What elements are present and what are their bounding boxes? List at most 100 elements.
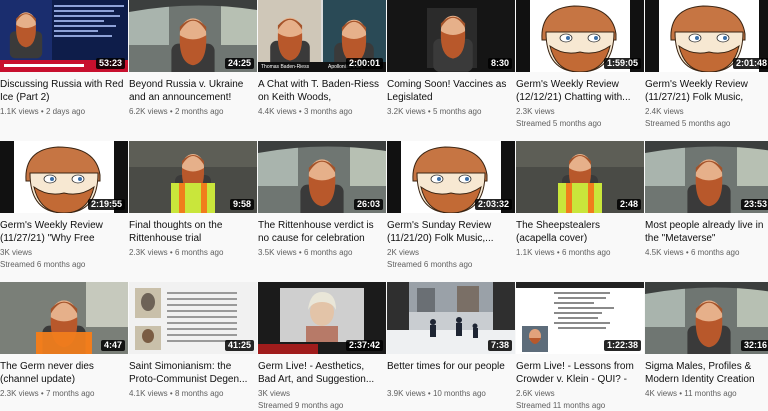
video-title[interactable]: Saint Simonianism: the Proto-Communist D… [129,360,257,386]
video-duration-badge: 8:30 [487,58,512,69]
video-card[interactable]: 1:59:05 Germ's Weekly Review (12/12/21) C… [516,0,644,129]
view-count: 2K views [387,248,420,257]
video-meta: 6.2K views • 2 months ago [129,107,257,117]
video-duration-badge: 2:01:48 [732,58,768,69]
stream-status: Streamed 11 months ago [516,401,606,410]
video-duration-badge: 2:48 [616,199,641,210]
video-thumbnail[interactable]: 41:25 [129,282,257,354]
video-card[interactable]: 8:30 Coming Soon! Vaccines as Legislated … [387,0,515,117]
video-duration-badge: 1:59:05 [603,58,641,69]
meta-separator: • [554,248,562,257]
video-thumbnail[interactable]: Thomas Baden-RiessApollonian Intel2:00:0… [258,0,386,72]
video-title[interactable]: Germ Live! - Aesthetics, Bad Art, and Su… [258,360,386,386]
video-title[interactable]: Germ's Weekly Review (12/12/21) Chatting… [516,78,644,104]
video-title[interactable]: Germ Live! - Lessons from Crowder v. Kle… [516,360,644,386]
video-title[interactable]: Germ's Weekly Review (11/27/21) "Why Fre… [0,219,128,245]
video-card[interactable]: 2:19:55 Germ's Weekly Review (11/27/21) "… [0,141,128,270]
view-count: 3.9K views [387,389,426,398]
video-card[interactable]: Thomas Baden-RiessApollonian Intel2:00:0… [258,0,386,117]
upload-age: 11 months ago [684,389,737,398]
video-meta: 4.5K views • 6 months ago [645,248,768,258]
video-thumbnail[interactable]: 9:58 [129,141,257,213]
view-count: 4.1K views [129,389,168,398]
view-count: 2.3K views [516,107,555,116]
video-duration-badge: 2:37:42 [345,340,383,351]
video-duration-badge: 2:00:01 [345,58,383,69]
video-card[interactable]: 7:38 Better times for our people 3.9K view… [387,282,515,399]
video-title[interactable]: Germ's Weekly Review (11/27/21) Folk Mus… [645,78,768,104]
video-thumbnail[interactable]: 8:30 [387,0,515,72]
video-thumbnail[interactable]: 32:16 [645,282,768,354]
video-title[interactable]: Most people already live in the "Metaver… [645,219,768,245]
meta-separator: • [167,248,175,257]
meta-separator: • [683,248,691,257]
video-duration-badge: 7:38 [487,340,512,351]
upload-age: 5 months ago [432,107,482,116]
video-title[interactable]: Better times for our people [387,360,515,386]
video-card[interactable]: 32:16 Sigma Males, Profiles & Modern Iden… [645,282,768,399]
video-card[interactable]: 2:01:48 Germ's Weekly Review (11/27/21) F… [645,0,768,129]
stream-status: Streamed 6 months ago [387,260,473,269]
video-thumbnail[interactable]: 2:03:32 [387,141,515,213]
stream-status: Streamed 5 months ago [645,119,731,128]
video-duration-badge: 26:03 [353,199,383,210]
video-title[interactable]: A Chat with T. Baden-Riess on Keith Wood… [258,78,386,104]
video-card[interactable]: 1:22:38 Germ Live! - Lessons from Crowder… [516,282,644,411]
video-card[interactable]: 2:03:32 Germ's Sunday Review (11/21/20) F… [387,141,515,270]
video-thumbnail[interactable]: 2:48 [516,141,644,213]
video-thumbnail[interactable]: 23:53 [645,141,768,213]
video-title[interactable]: The Germ never dies (channel update) [0,360,128,386]
video-title[interactable]: The Rittenhouse verdict is no cause for … [258,219,386,245]
video-duration-badge: 2:03:32 [474,199,512,210]
video-thumbnail[interactable]: 26:03 [258,141,386,213]
video-title[interactable]: The Sheepstealers (acapella cover) [516,219,644,245]
video-card[interactable]: 24:25 Beyond Russia v. Ukraine and an ann… [129,0,257,117]
view-count: 2.3K views [0,389,39,398]
video-title[interactable]: Sigma Males, Profiles & Modern Identity … [645,360,768,386]
video-title[interactable]: Discussing Russia with Red Ice (Part 2) [0,78,128,104]
video-card[interactable]: 53:23 Discussing Russia with Red Ice (Par… [0,0,128,117]
video-thumbnail[interactable]: 2:19:55 [0,141,128,213]
video-meta: 3.5K views • 6 months ago [258,248,386,258]
video-meta: 2.6K views [516,389,644,399]
video-thumbnail[interactable]: 4:47 [0,282,128,354]
video-thumbnail[interactable]: 1:22:38 [516,282,644,354]
video-grid: 53:23 Discussing Russia with Red Ice (Par… [0,0,768,410]
video-card[interactable]: 4:47 The Germ never dies (channel update)… [0,282,128,399]
view-count: 1.1K views [0,107,39,116]
video-card[interactable]: 23:53 Most people already live in the "Me… [645,141,768,258]
upload-age: 10 months ago [432,389,486,398]
video-thumbnail[interactable]: 1:59:05 [516,0,644,72]
video-meta: 3.2K views • 5 months ago [387,107,515,117]
video-title[interactable]: Final thoughts on the Rittenhouse trial … [129,219,257,245]
video-card[interactable]: 2:48 The Sheepstealers (acapella cover) 1.… [516,141,644,258]
video-card[interactable]: 41:25 Saint Simonianism: the Proto-Commun… [129,282,257,399]
video-card[interactable]: 2:37:42 Germ Live! - Aesthetics, Bad Art,… [258,282,386,411]
upload-age: 2 days ago [45,107,86,116]
meta-separator: • [296,107,304,116]
video-duration-badge: 9:58 [229,199,254,210]
view-count: 3.2K views [387,107,426,116]
video-thumbnail[interactable]: 2:37:42 [258,282,386,354]
video-meta: 3.9K views • 10 months ago [387,389,515,399]
video-meta: 2.3K views [516,107,644,117]
video-title[interactable]: Beyond Russia v. Ukraine and an announce… [129,78,257,104]
video-meta: 3K views [258,389,386,399]
video-thumbnail[interactable]: 7:38 [387,282,515,354]
meta-separator: • [167,107,175,116]
upload-age: 3 months ago [303,107,353,116]
video-title[interactable]: Coming Soon! Vaccines as Legislated Tran… [387,78,515,104]
video-meta: 2.4K views [645,107,768,117]
video-thumbnail[interactable]: 24:25 [129,0,257,72]
view-count: 3K views [0,248,33,257]
upload-age: 6 months ago [690,248,740,257]
video-thumbnail[interactable]: 53:23 [0,0,128,72]
video-thumbnail[interactable]: 2:01:48 [645,0,768,72]
meta-separator: • [38,107,46,116]
video-card[interactable]: 9:58 Final thoughts on the Rittenhouse tr… [129,141,257,258]
video-card[interactable]: 26:03 The Rittenhouse verdict is no cause… [258,141,386,258]
video-meta: 1.1K views • 6 months ago [516,248,644,258]
stream-status: Streamed 5 months ago [516,119,602,128]
video-title[interactable]: Germ's Sunday Review (11/21/20) Folk Mus… [387,219,515,245]
meta-separator: • [425,107,433,116]
